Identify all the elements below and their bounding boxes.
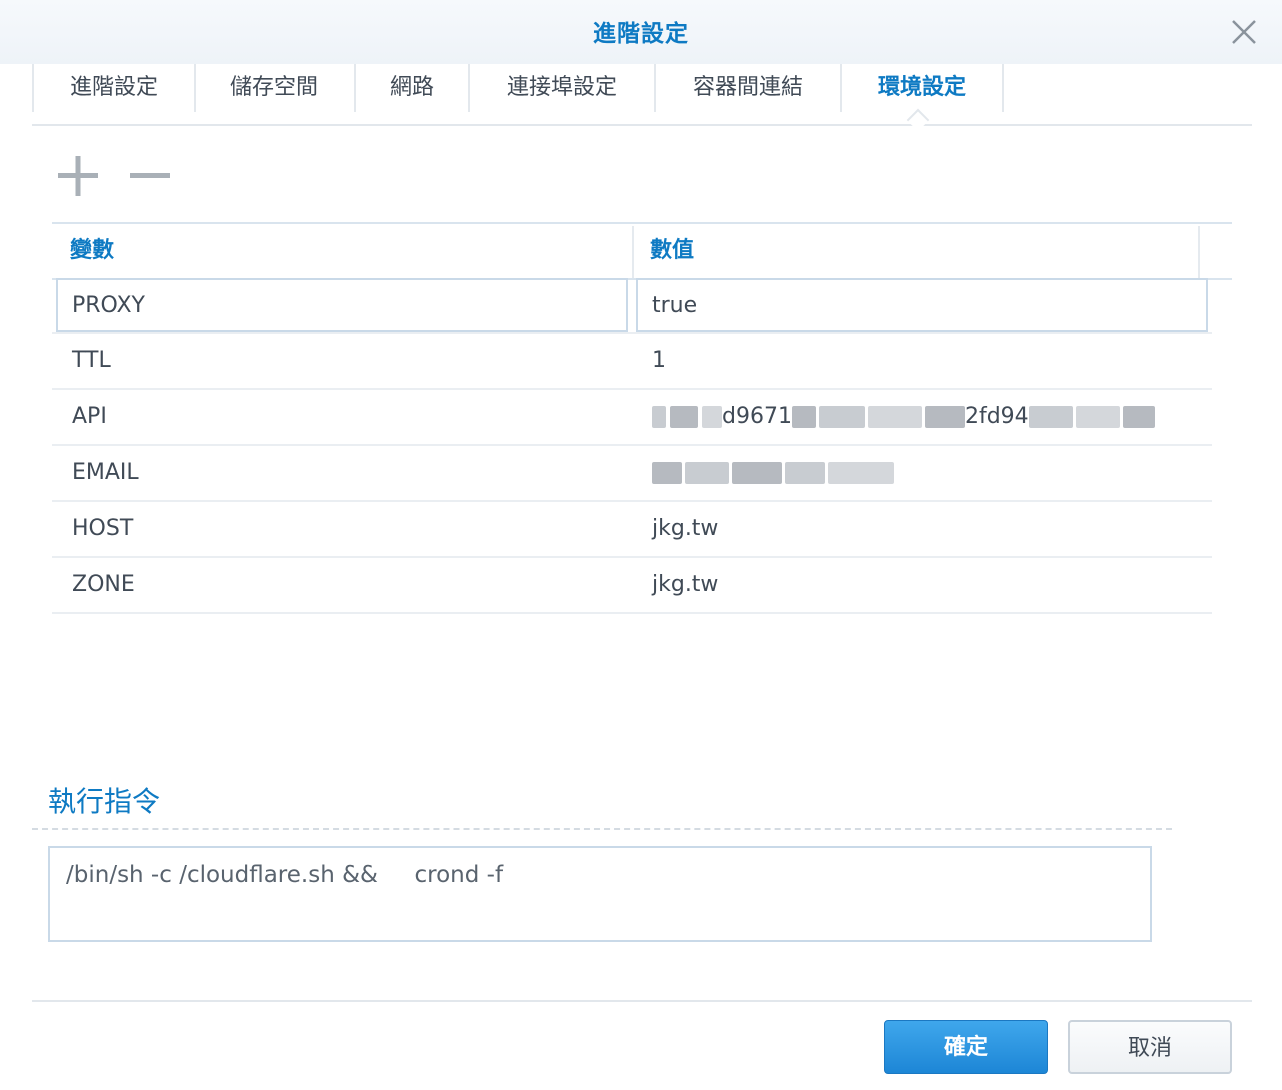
table-row[interactable] (52, 278, 1212, 334)
dialog-title: 進階設定 (593, 21, 689, 47)
tab-environment[interactable]: 環境設定 (842, 64, 1004, 112)
table-row[interactable]: API d9671 2fd94 (52, 390, 1212, 446)
variable-cell: API (72, 404, 107, 429)
remove-variable-button[interactable] (128, 156, 172, 196)
table-row[interactable]: TTL 1 (52, 334, 1212, 390)
obscured-text (791, 406, 816, 428)
column-header-value[interactable]: 數值 (650, 224, 694, 278)
column-header-variable[interactable]: 變數 (70, 224, 114, 278)
close-icon (1232, 20, 1256, 44)
variable-edit-field[interactable] (56, 278, 628, 332)
section-divider (32, 828, 1172, 830)
obscured-text (867, 406, 922, 428)
obscured-text (702, 406, 722, 428)
obscured-text (732, 462, 782, 484)
value-fragment: 2fd94 (964, 404, 1029, 429)
value-cell-obscured (652, 446, 894, 500)
obscured-text (828, 462, 894, 484)
value-cell: jkg.tw (652, 572, 719, 597)
obscured-text (1028, 406, 1073, 428)
obscured-text (924, 406, 965, 428)
add-variable-button[interactable] (56, 156, 100, 196)
tab-storage[interactable]: 儲存空間 (194, 64, 356, 112)
variable-cell: EMAIL (72, 460, 139, 485)
tab-network[interactable]: 網路 (356, 64, 470, 112)
column-divider (1198, 226, 1200, 278)
tab-container-links[interactable]: 容器間連結 (656, 64, 842, 112)
value-cell: jkg.tw (652, 516, 719, 541)
tab-advanced-settings[interactable]: 進階設定 (32, 64, 196, 112)
variable-cell: HOST (72, 516, 134, 541)
obscured-text (652, 462, 682, 484)
variable-cell: TTL (72, 348, 111, 373)
value-edit-field[interactable] (636, 278, 1208, 332)
value-fragment: d9671 (722, 404, 792, 429)
tab-port-settings[interactable]: 連接埠設定 (470, 64, 656, 112)
table-row[interactable]: ZONE jkg.tw (52, 558, 1212, 614)
obscured-text (818, 406, 865, 428)
obscured-text (670, 406, 698, 428)
command-input[interactable]: /bin/sh -c /cloudflare.sh && crond -f (48, 846, 1152, 942)
command-section-title: 執行指令 (48, 785, 161, 818)
dialog-titlebar: 進階設定 (0, 0, 1282, 64)
value-cell-obscured: d9671 2fd94 (652, 390, 1155, 444)
column-divider (632, 226, 634, 278)
variable-input[interactable] (58, 280, 626, 330)
obscured-text (1122, 406, 1155, 428)
table-row[interactable]: HOST jkg.tw (52, 502, 1212, 558)
obscured-text (685, 462, 729, 484)
ok-button[interactable]: 確定 (884, 1020, 1048, 1074)
obscured-text (785, 462, 825, 484)
tab-bar: 進階設定 儲存空間 網路 連接埠設定 容器間連結 環境設定 (32, 64, 1252, 126)
variable-cell: ZONE (72, 572, 135, 597)
obscured-text (1075, 406, 1120, 428)
table-row[interactable]: EMAIL (52, 446, 1212, 502)
value-input[interactable] (638, 280, 1206, 330)
close-button[interactable] (1228, 16, 1260, 48)
cancel-button[interactable]: 取消 (1068, 1020, 1232, 1074)
value-cell: 1 (652, 348, 666, 373)
plus-icon (58, 156, 98, 196)
env-table-body: TTL 1 API d9671 2fd94 EMAIL HOST jkg.tw Z… (52, 278, 1212, 614)
minus-icon (130, 173, 170, 178)
footer-divider (32, 1000, 1252, 1002)
obscured-text (652, 406, 666, 428)
env-table-header: 變數 數值 (52, 222, 1232, 280)
